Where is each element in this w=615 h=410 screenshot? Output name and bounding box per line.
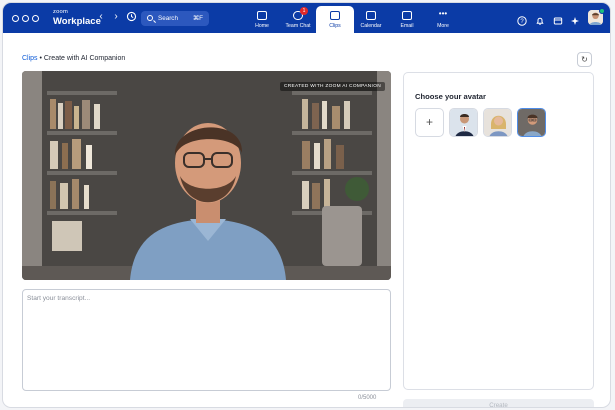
tab-calendar-label: Calendar (360, 23, 382, 29)
search-icon (147, 15, 153, 21)
search-box[interactable]: Search ⌘F (141, 11, 209, 26)
breadcrumb-clips-link[interactable]: Clips (22, 55, 38, 62)
zoom-workplace-logo: zoom Workplace (53, 9, 101, 27)
tab-more[interactable]: ••• More (424, 3, 462, 33)
notification-badge: 1 (300, 7, 308, 15)
calendar-icon (366, 11, 376, 20)
home-icon (257, 11, 267, 20)
tab-team-chat-label: Team Chat (285, 23, 311, 29)
tab-clips-label: Clips (329, 23, 341, 29)
top-bar: zoom Workplace ‹ › Search ⌘F Home 1 Team… (3, 3, 610, 33)
tab-calendar[interactable]: Calendar (352, 3, 390, 33)
logo-big-text: Workplace (53, 15, 101, 27)
avatar-option-man-in-suit[interactable] (449, 108, 478, 137)
more-icon: ••• (438, 9, 448, 18)
tab-home-label: Home (255, 23, 269, 29)
avatar-panel: Choose your avatar + (403, 72, 594, 390)
search-label: Search (158, 15, 178, 22)
video-frame-image (22, 71, 391, 280)
avatar-option-man-with-glasses[interactable] (517, 108, 546, 137)
close-window-button[interactable] (12, 15, 19, 22)
ai-companion-icon[interactable] (570, 13, 580, 25)
zoom-window-button[interactable] (32, 15, 39, 22)
app-window: zoom Workplace ‹ › Search ⌘F Home 1 Team… (3, 3, 610, 407)
history-icon[interactable] (125, 11, 137, 23)
avatar-video-preview: CREATED WITH ZOOM AI COMPANION (22, 71, 391, 280)
tab-team-chat[interactable]: 1 Team Chat (279, 3, 317, 33)
transcript-textarea[interactable]: Start your transcript... (22, 289, 391, 391)
breadcrumb: Clips • Create with AI Companion (22, 55, 125, 62)
tab-email[interactable]: Email (388, 3, 426, 33)
chevron-left-icon[interactable]: ‹ (95, 11, 107, 23)
online-status-dot (599, 8, 605, 14)
transcript-placeholder: Start your transcript... (27, 295, 91, 302)
help-icon[interactable]: ? (517, 13, 527, 26)
tab-home[interactable]: Home (243, 3, 281, 33)
create-button[interactable]: Create (403, 399, 594, 407)
breadcrumb-separator: • (39, 55, 42, 62)
avatar-panel-title: Choose your avatar (415, 92, 486, 101)
email-icon (402, 11, 412, 20)
ai-watermark: CREATED WITH ZOOM AI COMPANION (279, 82, 385, 91)
logo-small-text: zoom (53, 9, 68, 15)
character-counter: 0/5000 (358, 395, 377, 401)
add-avatar-button[interactable]: + (415, 108, 444, 137)
breadcrumb-current: Create with AI Companion (43, 55, 126, 62)
tab-clips[interactable]: Clips (316, 6, 354, 33)
refresh-button[interactable]: ↻ (577, 52, 592, 67)
bell-icon[interactable] (535, 13, 545, 25)
clips-icon (330, 11, 340, 20)
refresh-icon: ↻ (581, 55, 588, 64)
window-icon[interactable] (553, 13, 563, 25)
minimize-window-button[interactable] (22, 15, 29, 22)
search-shortcut: ⌘F (192, 15, 203, 22)
chevron-right-icon[interactable]: › (110, 11, 122, 23)
plus-icon: + (425, 115, 433, 129)
tab-more-label: More (437, 23, 449, 29)
tab-email-label: Email (400, 23, 414, 29)
avatar-option-blonde-woman[interactable] (483, 108, 512, 137)
